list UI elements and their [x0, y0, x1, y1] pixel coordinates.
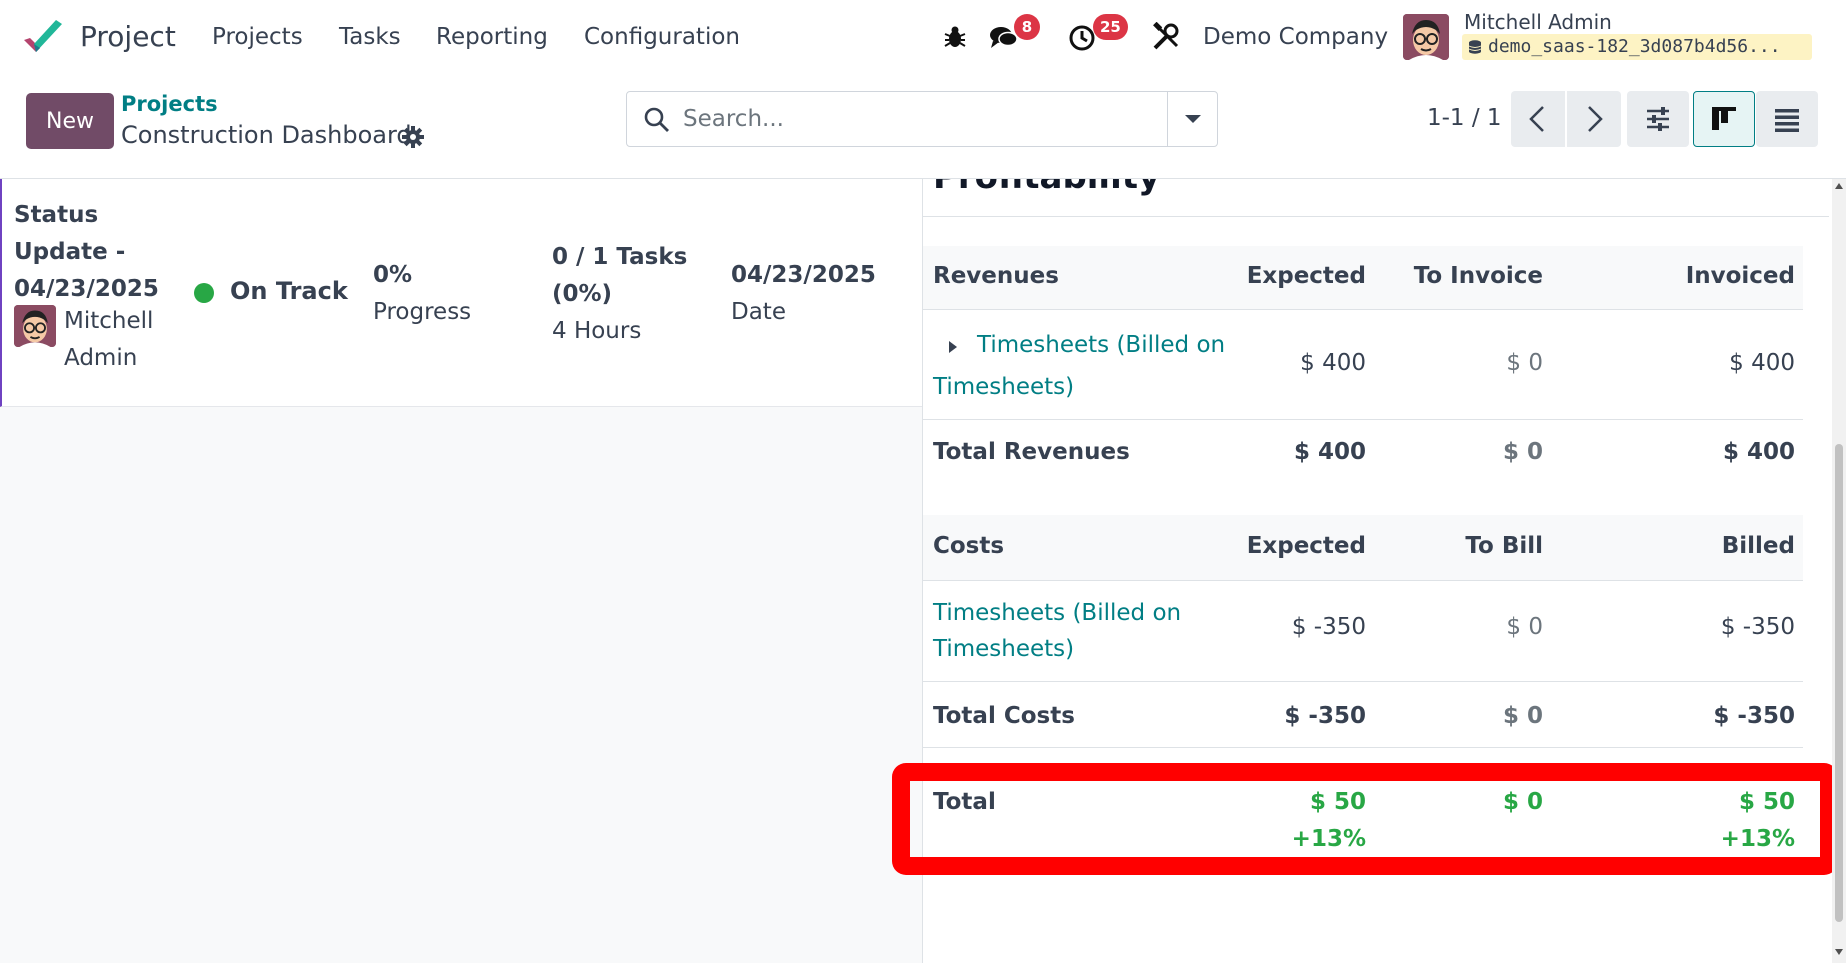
costs-header-billed: Billed: [1721, 533, 1795, 559]
breadcrumb-current: Construction Dashboard: [121, 121, 412, 149]
pager-previous-button[interactable]: [1511, 91, 1565, 147]
search-box: [626, 91, 1218, 147]
costs-header-label: Costs: [933, 533, 1005, 559]
costs-header-to-bill: To Bill: [1465, 533, 1543, 559]
costs-timesheets-row[interactable]: Timesheets (Billed on Timesheets) $ -350…: [923, 581, 1803, 682]
new-button[interactable]: New: [26, 93, 114, 149]
pager-next-button[interactable]: [1567, 91, 1621, 147]
user-avatar[interactable]: [1403, 14, 1449, 60]
revenues-line-to-invoice: $ 0: [1506, 350, 1543, 376]
filters-toggle-button[interactable]: [1627, 91, 1689, 147]
menu-reporting[interactable]: Reporting: [436, 24, 548, 50]
status-update-card[interactable]: Status Update - 04/23/2025 Mitchell Admi…: [0, 179, 922, 407]
top-navbar: Project Projects Tasks Reporting Configu…: [0, 0, 1846, 75]
hours-value: 4 Hours: [552, 318, 642, 344]
activities-count-badge: 25: [1093, 14, 1128, 40]
database-icon: [1468, 40, 1482, 54]
scrollbar[interactable]: [1832, 179, 1846, 963]
sliders-icon: [1647, 107, 1669, 131]
author-avatar: [14, 305, 56, 347]
revenues-header-invoiced: Invoiced: [1685, 263, 1795, 289]
breadcrumb-projects[interactable]: Projects: [121, 92, 218, 116]
gear-icon[interactable]: [401, 125, 425, 149]
costs-line-expected: $ -350: [1291, 614, 1366, 640]
costs-line-to-bill: $ 0: [1506, 614, 1543, 640]
total-revenues-label: Total Revenues: [933, 439, 1130, 465]
kanban-view-button[interactable]: [1693, 91, 1755, 147]
revenues-timesheets-link[interactable]: Timesheets (Billed on Timesheets): [933, 324, 1253, 408]
search-input[interactable]: [683, 92, 1157, 146]
tasks-value: 0 / 1 Tasks (0%): [552, 244, 688, 307]
kanban-icon: [1712, 107, 1736, 130]
database-name: demo_saas-182_3d087b4d56...: [1488, 36, 1781, 57]
search-options-toggle[interactable]: [1167, 92, 1218, 146]
total-revenues-expected: $ 400: [1293, 439, 1366, 465]
total-revenues-to-invoice: $ 0: [1502, 439, 1543, 465]
costs-timesheets-link[interactable]: Timesheets (Billed on Timesheets): [933, 595, 1233, 667]
title-divider: [923, 216, 1829, 217]
menu-configuration[interactable]: Configuration: [584, 24, 740, 50]
revenues-header-expected: Expected: [1246, 263, 1366, 289]
pager-value[interactable]: 1-1 / 1: [1427, 105, 1502, 131]
total-costs-billed: $ -350: [1713, 703, 1795, 729]
total-costs-row: Total Costs $ -350 $ 0 $ -350: [923, 682, 1803, 748]
scroll-up-arrow-icon[interactable]: [1835, 183, 1843, 189]
status-update-author: Mitchell Admin: [64, 308, 154, 371]
date-label: Date: [731, 299, 786, 325]
search-icon: [644, 107, 669, 132]
project-app-logo-icon[interactable]: [22, 18, 66, 58]
list-icon: [1775, 109, 1799, 132]
list-view-button[interactable]: [1756, 91, 1818, 147]
costs-line-billed: $ -350: [1720, 614, 1795, 640]
caret-down-icon: [1185, 115, 1201, 123]
date-value: 04/23/2025: [731, 262, 876, 288]
status-update-title: Status Update - 04/23/2025: [14, 202, 159, 302]
profitability-title: Profitability: [933, 179, 1160, 197]
scroll-down-arrow-icon[interactable]: [1835, 949, 1843, 955]
control-panel: New Projects Construction Dashboard 1-1 …: [0, 75, 1846, 179]
menu-tasks[interactable]: Tasks: [339, 24, 401, 50]
total-revenues-row: Total Revenues $ 400 $ 0 $ 400: [923, 420, 1803, 485]
revenues-header-row: Revenues Expected To Invoice Invoiced: [923, 246, 1803, 310]
status-label: On Track: [230, 277, 348, 305]
progress-label: Progress: [373, 299, 472, 325]
project-updates-pane: Status Update - 04/23/2025 Mitchell Admi…: [0, 179, 922, 963]
company-switcher[interactable]: Demo Company: [1203, 24, 1388, 50]
progress-value: 0%: [373, 262, 413, 288]
app-name[interactable]: Project: [80, 20, 176, 53]
debug-bug-icon[interactable]: [940, 22, 970, 52]
total-costs-label: Total Costs: [933, 703, 1075, 729]
database-tag: demo_saas-182_3d087b4d56...: [1462, 34, 1812, 60]
profitability-title-clip: Profitability: [923, 179, 1829, 215]
revenues-timesheets-row[interactable]: Timesheets (Billed on Timesheets) $ 400 …: [923, 310, 1803, 420]
total-costs-expected: $ -350: [1284, 703, 1366, 729]
tools-icon[interactable]: [1151, 22, 1181, 52]
revenues-header-label: Revenues: [933, 263, 1059, 289]
messages-count-badge: 8: [1014, 14, 1040, 40]
total-row-highlight: [892, 763, 1838, 875]
revenues-header-to-invoice: To Invoice: [1413, 263, 1543, 289]
revenues-line-invoiced: $ 400: [1729, 350, 1795, 376]
scroll-thumb[interactable]: [1835, 444, 1843, 922]
costs-header-row: Costs Expected To Bill Billed: [923, 515, 1803, 581]
status-dot-icon: [194, 283, 214, 303]
costs-header-expected: Expected: [1246, 533, 1366, 559]
total-costs-to-bill: $ 0: [1502, 703, 1543, 729]
revenues-line-expected: $ 400: [1300, 350, 1366, 376]
menu-projects[interactable]: Projects: [212, 24, 303, 50]
chevron-left-icon: [1529, 106, 1544, 132]
chevron-right-icon: [1588, 106, 1603, 132]
user-name[interactable]: Mitchell Admin: [1464, 10, 1612, 34]
total-revenues-invoiced: $ 400: [1722, 439, 1795, 465]
